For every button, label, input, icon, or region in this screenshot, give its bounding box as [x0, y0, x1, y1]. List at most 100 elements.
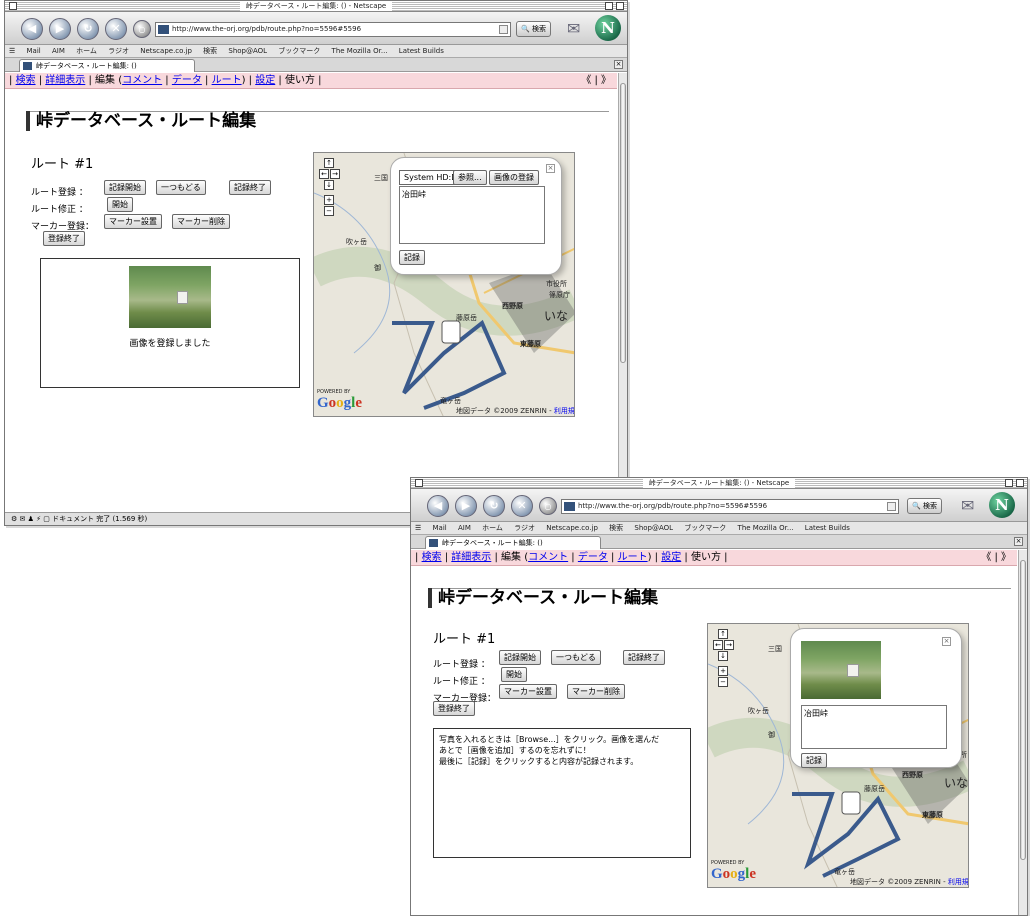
- pt-search[interactable]: 検索: [203, 47, 217, 55]
- vertical-scrollbar[interactable]: [618, 73, 627, 513]
- map[interactable]: ↑ ← → ↓ + − 三国 吹ヶ岳 御 市役所 篠原庁 西野原 いな 藤原岳 …: [313, 152, 575, 417]
- status-icons[interactable]: ⚙ ✉ ♟ ⚡ ▢: [11, 515, 52, 523]
- pt-icons[interactable]: ☰: [415, 524, 421, 532]
- pan-left-icon[interactable]: ←: [713, 640, 723, 650]
- record-end-button[interactable]: 記録終了: [229, 180, 271, 195]
- pt-mozilla[interactable]: The Mozilla Or...: [738, 524, 794, 532]
- nav-comment[interactable]: コメント: [122, 75, 162, 86]
- pt-radio[interactable]: ラジオ: [514, 524, 535, 532]
- pan-up-icon[interactable]: ↑: [718, 629, 728, 639]
- google-logo[interactable]: Google: [711, 866, 756, 883]
- record-end-button[interactable]: 記録終了: [623, 650, 665, 665]
- pt-home[interactable]: ホーム: [482, 524, 503, 532]
- tab-close-icon[interactable]: ×: [614, 60, 623, 69]
- pan-up-icon[interactable]: ↑: [324, 158, 334, 168]
- marker-delete-button[interactable]: マーカー削除: [567, 684, 625, 699]
- scroll-thumb[interactable]: [620, 83, 626, 363]
- pt-latest[interactable]: Latest Builds: [805, 524, 850, 532]
- pager[interactable]: 《 | 》: [581, 73, 611, 88]
- nav-route[interactable]: ルート: [212, 75, 242, 86]
- forward-button[interactable]: ▶: [455, 495, 477, 517]
- pt-icons[interactable]: ☰: [9, 47, 15, 55]
- info-window-close-icon[interactable]: ×: [546, 164, 555, 173]
- pan-right-icon[interactable]: →: [330, 169, 340, 179]
- undo-button[interactable]: 一つもどる: [156, 180, 206, 195]
- record-button[interactable]: 記録: [801, 753, 827, 768]
- terms-link[interactable]: 利用規約: [554, 407, 574, 415]
- pan-right-icon[interactable]: →: [724, 640, 734, 650]
- mail-toolbar-icon[interactable]: ✉: [961, 497, 983, 515]
- google-logo[interactable]: Google: [317, 395, 362, 412]
- url-dropdown-icon[interactable]: [887, 502, 896, 511]
- collapse-box-icon[interactable]: [1016, 479, 1024, 487]
- url-field[interactable]: http://www.the-orj.org/pdb/route.php?no=…: [561, 499, 899, 514]
- url-field[interactable]: http://www.the-orj.org/pdb/route.php?no=…: [155, 22, 511, 37]
- undo-button[interactable]: 一つもどる: [551, 650, 601, 665]
- pager[interactable]: 《 | 》: [981, 550, 1011, 565]
- nav-settings[interactable]: 設定: [255, 75, 275, 86]
- info-window-close-icon[interactable]: ×: [942, 637, 951, 646]
- home-dot-icon[interactable]: ○: [133, 20, 151, 38]
- record-button[interactable]: 記録: [399, 250, 425, 265]
- tab-close-icon[interactable]: ×: [1014, 537, 1023, 546]
- close-box-icon[interactable]: [415, 479, 423, 487]
- marker-set-button[interactable]: マーカー設置: [499, 684, 557, 699]
- nav-settings[interactable]: 設定: [661, 552, 681, 563]
- nav-search[interactable]: 検索: [422, 552, 442, 563]
- nav-detail[interactable]: 詳細表示: [45, 75, 85, 86]
- title-bar[interactable]: 峠データベース・ルート編集: () - Netscape: [411, 478, 1027, 489]
- home-dot-icon[interactable]: ○: [539, 497, 557, 515]
- pan-down-icon[interactable]: ↓: [718, 651, 728, 661]
- zoom-box-icon[interactable]: [605, 2, 613, 10]
- nav-comment[interactable]: コメント: [528, 552, 568, 563]
- zoom-out-icon[interactable]: −: [324, 206, 334, 216]
- reload-button[interactable]: ↻: [483, 495, 505, 517]
- pan-left-icon[interactable]: ←: [319, 169, 329, 179]
- pt-shop[interactable]: Shop@AOL: [228, 47, 267, 55]
- scroll-thumb[interactable]: [1020, 560, 1026, 860]
- tab-current[interactable]: 峠データベース・ルート編集: (): [425, 536, 601, 549]
- nav-route[interactable]: ルート: [618, 552, 648, 563]
- reload-button[interactable]: ↻: [77, 18, 99, 40]
- stop-button[interactable]: ✕: [511, 495, 533, 517]
- start-button[interactable]: 開始: [501, 667, 527, 682]
- forward-button[interactable]: ▶: [49, 18, 71, 40]
- pt-bookmarks[interactable]: ブックマーク: [684, 524, 726, 532]
- pt-aim[interactable]: AIM: [52, 47, 65, 55]
- netscape-logo-icon[interactable]: N: [595, 15, 621, 41]
- pan-down-icon[interactable]: ↓: [324, 180, 334, 190]
- pt-netscape[interactable]: Netscape.co.jp: [140, 47, 192, 55]
- add-image-button[interactable]: 画像の登録: [489, 170, 539, 185]
- collapse-box-icon[interactable]: [616, 2, 624, 10]
- record-start-button[interactable]: 記録開始: [104, 180, 146, 195]
- nav-detail[interactable]: 詳細表示: [451, 552, 491, 563]
- marker-set-button[interactable]: マーカー設置: [104, 214, 162, 229]
- pt-aim[interactable]: AIM: [458, 524, 471, 532]
- terms-link[interactable]: 利用規約: [948, 878, 968, 886]
- browse-button[interactable]: 参照...: [453, 170, 487, 185]
- map[interactable]: ↑ ← → ↓ + − 三国 吹ヶ岳 御 市役所 西野原 いな 藤原岳 東藤原 …: [707, 623, 969, 888]
- zoom-in-icon[interactable]: +: [324, 195, 334, 205]
- pt-home[interactable]: ホーム: [76, 47, 97, 55]
- netscape-logo-icon[interactable]: N: [989, 492, 1015, 518]
- url-dropdown-icon[interactable]: [499, 25, 508, 34]
- back-button[interactable]: ◀: [21, 18, 43, 40]
- pt-mail[interactable]: Mail: [433, 524, 447, 532]
- pt-search[interactable]: 検索: [609, 524, 623, 532]
- tab-current[interactable]: 峠データベース・ルート編集: (): [19, 59, 195, 72]
- comment-textarea[interactable]: 冶田峠: [399, 186, 545, 244]
- register-end-button[interactable]: 登録終了: [433, 701, 475, 716]
- comment-textarea[interactable]: 冶田峠: [801, 705, 947, 749]
- pt-radio[interactable]: ラジオ: [108, 47, 129, 55]
- nav-data[interactable]: データ: [172, 75, 202, 86]
- close-box-icon[interactable]: [9, 2, 17, 10]
- register-end-button[interactable]: 登録終了: [43, 231, 85, 246]
- nav-data[interactable]: データ: [578, 552, 608, 563]
- back-button[interactable]: ◀: [427, 495, 449, 517]
- zoom-box-icon[interactable]: [1005, 479, 1013, 487]
- stop-button[interactable]: ✕: [105, 18, 127, 40]
- mail-toolbar-icon[interactable]: ✉: [567, 20, 589, 38]
- pt-mozilla[interactable]: The Mozilla Or...: [332, 47, 388, 55]
- vertical-scrollbar[interactable]: [1018, 550, 1027, 915]
- search-button[interactable]: 🔍 検索: [516, 21, 551, 37]
